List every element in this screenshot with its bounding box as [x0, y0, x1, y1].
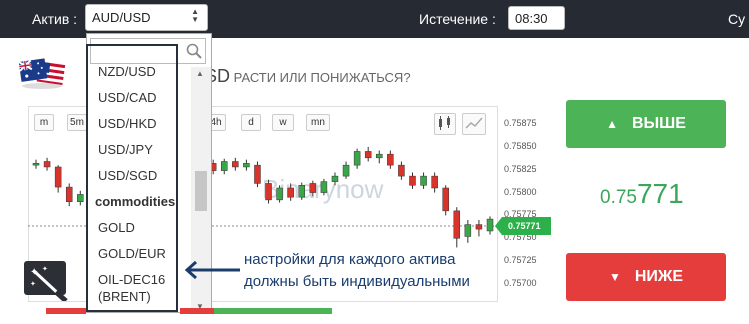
scroll-up-icon[interactable]: ▲ [196, 69, 204, 78]
asset-label: Актив : [32, 11, 78, 27]
search-icon [186, 43, 202, 59]
annotation-text: настройки для каждого актива должны быть… [244, 249, 470, 293]
magic-wand-icon[interactable]: ✦ ✦ ✦ [22, 259, 72, 301]
timeframe-button-m[interactable]: m [34, 114, 54, 131]
scrollbar-thumb[interactable] [195, 171, 207, 211]
current-price-tag: 0.75771 [495, 217, 551, 235]
y-tick-label: 0.75875 [504, 118, 537, 128]
dropdown-group-commodities: commodities [95, 194, 176, 209]
expiry-select[interactable]: 08:30 [508, 6, 565, 30]
annotation-line-2: должны быть индивидуальными [244, 273, 470, 290]
svg-text:✦: ✦ [30, 280, 36, 288]
trade-question: SD РАСТИ ИЛИ ПОНИЖАТЬСЯ? [205, 66, 411, 87]
svg-text:✦: ✦ [42, 265, 48, 273]
dropdown-item-oil-line1[interactable]: OIL-DEC16 [98, 272, 165, 287]
candles-icon [439, 116, 450, 130]
timeframe-button-5m[interactable]: 5m [67, 114, 87, 131]
arrow-up-icon: ▲ [606, 117, 618, 131]
y-tick-label: 0.75700 [504, 278, 537, 288]
y-tick-label: 0.75850 [504, 140, 537, 151]
y-tick-label: 0.75800 [504, 186, 537, 197]
timeframe-button-d[interactable]: d [241, 114, 261, 131]
candle-chart-type-button[interactable] [434, 113, 456, 135]
expiry-select-value: 08:30 [515, 11, 548, 26]
timeframe-button-w[interactable]: w [272, 114, 294, 131]
annotation-line-1: настройки для каждого актива [244, 251, 456, 268]
call-up-button[interactable]: ▲ ВЫШЕ [566, 100, 726, 148]
dropdown-item-gold[interactable]: GOLD [98, 220, 135, 235]
svg-text:✦: ✦ [30, 267, 38, 278]
dropdown-item-usdsgd[interactable]: USD/SGD [98, 168, 157, 183]
annotation-arrow-icon [184, 260, 240, 280]
dropdown-item-nzdusd[interactable]: NZD/USD [98, 64, 156, 79]
dropdown-item-usdhkd[interactable]: USD/HKD [98, 116, 157, 131]
select-arrows-icon: ▲ ▼ [191, 7, 199, 24]
line-chart-icon [465, 117, 483, 129]
question-text: РАСТИ ИЛИ ПОНИЖАТЬСЯ? [233, 70, 411, 85]
dropdown-item-oil-line2[interactable]: (BRENT) [98, 289, 151, 304]
asset-search-input[interactable] [90, 38, 206, 64]
sentiment-bar-red-2 [180, 308, 214, 314]
price-tail-part: 771 [636, 178, 684, 209]
line-chart-type-button[interactable] [462, 113, 486, 135]
timeframe-button-mn[interactable]: mn [306, 114, 330, 131]
asset-select[interactable]: AUD/USD ▲ ▼ [85, 4, 208, 31]
dropdown-item-usdjpy[interactable]: USD/JPY [98, 142, 153, 157]
sentiment-bar-green [214, 308, 332, 314]
sentiment-bar-red [46, 308, 86, 314]
expiry-label: Истечение : [419, 11, 496, 27]
arrow-down-icon: ▼ [608, 270, 621, 284]
put-down-button[interactable]: ▼ НИЖЕ [566, 253, 726, 301]
dropdown-item-goldeur[interactable]: GOLD/EUR [98, 246, 166, 261]
price-main-part: 0.75 [600, 187, 637, 208]
asset-select-value: AUD/USD [92, 10, 151, 25]
put-down-label: НИЖЕ [634, 268, 684, 285]
dropdown-item-usdcad[interactable]: USD/CAD [98, 90, 157, 105]
australia-usa-flag-icon [18, 58, 66, 89]
y-tick-label: 0.75825 [504, 163, 537, 174]
call-up-label: ВЫШЕ [631, 115, 686, 132]
sum-label: Су [728, 11, 746, 27]
current-price-display: 0.75771 [600, 178, 684, 210]
y-tick-label: 0.75725 [504, 255, 537, 266]
